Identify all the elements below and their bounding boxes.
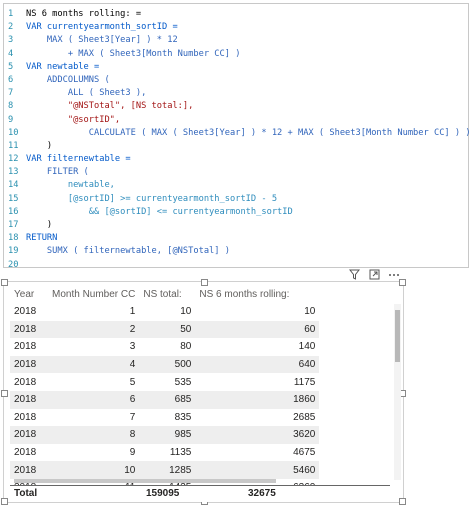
cell-ns-total: 1285 <box>139 461 196 479</box>
cell-ns-total: 1135 <box>139 443 196 462</box>
filter-icon[interactable] <box>348 268 360 280</box>
table-row: 2018 10 1285 5460 <box>10 461 320 479</box>
resize-handle-top-right[interactable] <box>399 279 406 286</box>
code-line-15: 15 [@sortID] >= currentyearmonth_sortID … <box>8 193 278 204</box>
cell-ns-total: 50 <box>139 320 196 339</box>
total-row: Total 159095 32675 <box>10 485 390 502</box>
cell-ns-rolling: 5460 <box>195 461 320 479</box>
cell-ns-rolling: 640 <box>195 355 320 374</box>
total-label: Total <box>14 488 38 499</box>
cell-year: 2018 <box>10 338 48 356</box>
code-line-10: 10 CALCULATE ( MAX ( Sheet3[Year] ) * 12… <box>8 127 471 138</box>
code-line-8: 8 "@NSTotal", [NS total:], <box>8 101 194 112</box>
scrollbar-thumb[interactable] <box>395 310 400 362</box>
cell-month: 7 <box>48 408 140 427</box>
cell-ns-rolling: 1860 <box>195 390 320 409</box>
cell-ns-rolling: 60 <box>195 320 320 339</box>
cell-ns-total: 835 <box>139 408 196 427</box>
visual-header <box>346 268 406 280</box>
cell-month: 5 <box>48 373 140 391</box>
total-ns-total: 159095 <box>146 488 180 499</box>
table-row: 2018 9 1135 4675 <box>10 443 320 462</box>
cell-month: 10 <box>48 461 140 479</box>
resize-handle-top-left[interactable] <box>1 279 8 286</box>
code-line-9: 9 "@sortID", <box>8 114 121 125</box>
cell-ns-rolling: 2685 <box>195 408 320 427</box>
focus-mode-icon[interactable] <box>368 268 380 280</box>
cell-month: 2 <box>48 320 140 339</box>
cell-year: 2018 <box>10 373 48 391</box>
cell-month: 6 <box>48 390 140 409</box>
cell-month: 9 <box>48 443 140 462</box>
code-line-1: 1 NS 6 months rolling: = <box>8 9 142 19</box>
code-line-6: 6 ADDCOLUMNS ( <box>8 74 110 85</box>
code-line-19: 19 SUMX ( filternewtable, [@NSTotal] ) <box>8 246 230 257</box>
code-line-16: 16 && [@sortID] <= currentyearmonth_sort… <box>8 206 293 217</box>
cell-year: 2018 <box>10 443 48 462</box>
table-row: 2018 2 50 60 <box>10 320 320 339</box>
cell-month: 4 <box>48 355 140 374</box>
cell-ns-rolling: 3620 <box>195 426 320 444</box>
cell-year: 2018 <box>10 303 48 321</box>
column-header-month-number-cc[interactable]: Month Number CC <box>48 285 139 303</box>
code-line-2: 2 VAR currentyearmonth_sortID = <box>8 22 178 33</box>
cell-ns-rolling: 4675 <box>195 443 320 462</box>
cell-month: 3 <box>48 338 140 356</box>
table-row: 2018 6 685 1860 <box>10 390 320 409</box>
code-line-7: 7 ALL ( Sheet3 ), <box>8 88 147 99</box>
cell-ns-total: 80 <box>139 338 196 356</box>
cell-year: 2018 <box>10 408 48 427</box>
cell-ns-total: 535 <box>139 373 196 391</box>
cell-month: 8 <box>48 426 140 444</box>
cell-year: 2018 <box>10 461 48 479</box>
cell-ns-rolling: 10 <box>195 303 320 321</box>
code-line-18: 18 RETURN <box>8 233 58 244</box>
resize-handle-bottom-right[interactable] <box>399 498 406 505</box>
table-row: 2018 1 10 10 <box>10 303 320 321</box>
cell-year: 2018 <box>10 355 48 374</box>
table-row: 2018 7 835 2685 <box>10 408 320 427</box>
vertical-scrollbar[interactable] <box>394 304 401 480</box>
cell-ns-total: 985 <box>139 426 196 444</box>
cell-year: 2018 <box>10 320 48 339</box>
resize-handle-left[interactable] <box>1 390 8 397</box>
column-header-year[interactable]: Year <box>10 285 48 303</box>
horizontal-scrollbar[interactable] <box>14 479 276 483</box>
cell-ns-total: 685 <box>139 390 196 409</box>
cell-ns-rolling: 140 <box>195 338 320 356</box>
data-table: Year Month Number CC NS total: NS 6 mont… <box>10 285 320 497</box>
table-row: 2018 8 985 3620 <box>10 426 320 444</box>
cell-year: 2018 <box>10 390 48 409</box>
cell-ns-total: 10 <box>139 303 196 321</box>
code-line-4: 4 + MAX ( Sheet3[Month Number CC] ) <box>8 48 241 59</box>
total-ns-rolling: 32675 <box>248 488 276 499</box>
code-line-12: 12 VAR filternewtable = <box>8 154 131 165</box>
cell-ns-rolling: 1175 <box>195 373 320 391</box>
table-row: 2018 5 535 1175 <box>10 373 320 391</box>
code-line-3: 3 MAX ( Sheet3[Year] ) * 12 <box>8 35 178 46</box>
cell-year: 2018 <box>10 426 48 444</box>
code-line-17: 17 ) <box>8 220 53 230</box>
cell-month: 1 <box>48 303 140 321</box>
table-row: 2018 4 500 640 <box>10 355 320 374</box>
column-header-ns-total[interactable]: NS total: <box>139 285 195 303</box>
code-lines: 1 NS 6 months rolling: = 2 VAR currentyear… <box>4 8 471 272</box>
table-row: 2018 3 80 140 <box>10 338 320 356</box>
table-visual[interactable]: Year Month Number CC NS total: NS 6 mont… <box>1 279 406 505</box>
resize-handle-bottom-left[interactable] <box>1 498 8 505</box>
code-line-11: 11 ) <box>8 140 53 151</box>
column-header-ns-6-months-rolling[interactable]: NS 6 months rolling: <box>195 285 319 303</box>
code-line-14: 14 newtable, <box>8 180 115 191</box>
dax-formula-editor[interactable]: 1 NS 6 months rolling: = 2 VAR currentyear… <box>3 3 471 270</box>
table-header-row: Year Month Number CC NS total: NS 6 mont… <box>10 285 319 303</box>
cell-ns-total: 500 <box>139 355 196 374</box>
code-line-5: 5 VAR newtable = <box>8 61 100 72</box>
code-line-13: 13 FILTER ( <box>8 167 89 178</box>
